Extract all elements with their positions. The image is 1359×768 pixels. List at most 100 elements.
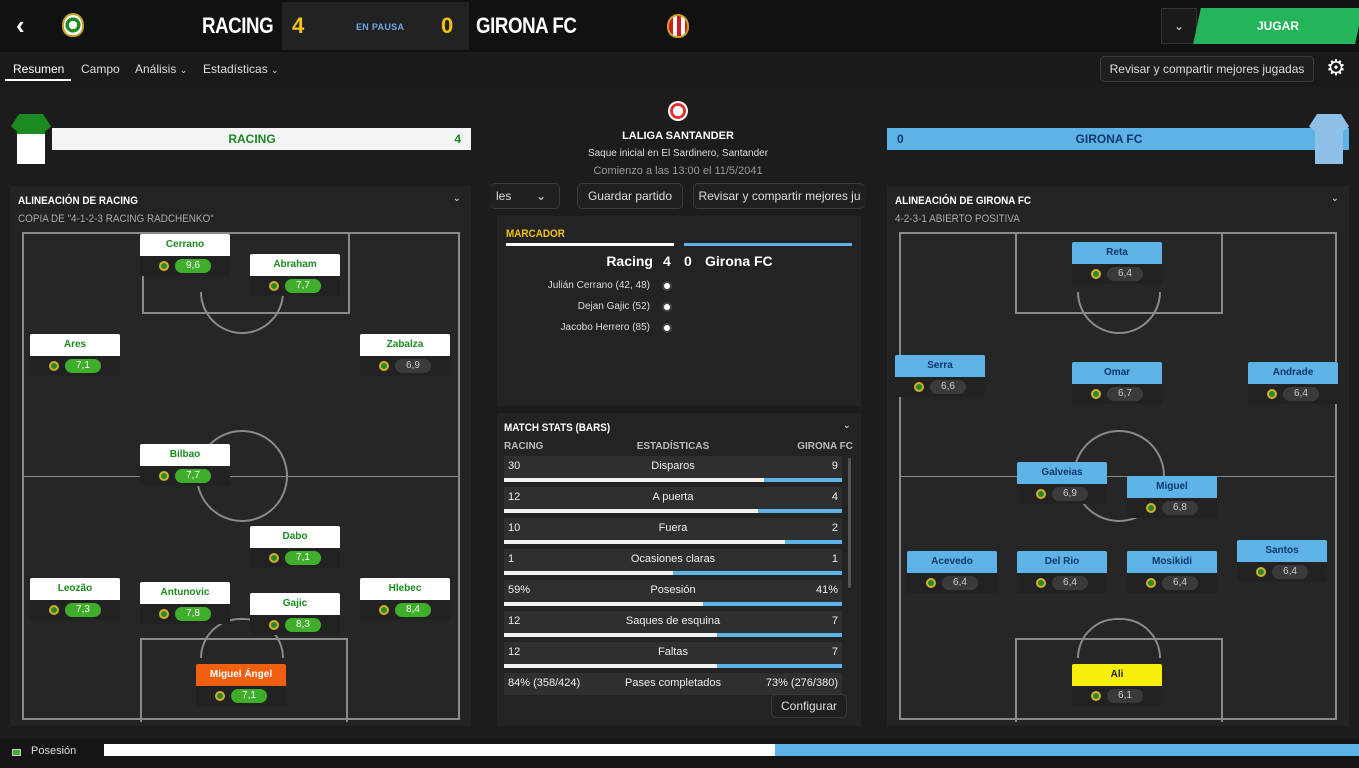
tab-campo[interactable]: Campo bbox=[81, 62, 120, 76]
stat-away-value: 2 bbox=[831, 522, 838, 534]
stat-home-value: 59% bbox=[508, 584, 531, 596]
chevron-down-icon[interactable]: ⌄ bbox=[1161, 8, 1197, 44]
player-card[interactable]: Andrade 6,4 bbox=[1248, 362, 1338, 406]
player-rating: 9,6 bbox=[175, 259, 211, 273]
away-kit-team: GIRONA FC bbox=[1075, 132, 1143, 146]
stat-away-value: 7 bbox=[831, 646, 838, 658]
stat-label: Fuera bbox=[658, 522, 688, 534]
rating-icon bbox=[1146, 503, 1156, 513]
player-card[interactable]: Mosikidi 6,4 bbox=[1127, 551, 1217, 595]
player-rating: 6,4 bbox=[1272, 565, 1308, 579]
player-name: Leozão bbox=[30, 578, 120, 600]
player-rating: 7,1 bbox=[231, 689, 267, 703]
player-card[interactable]: Abraham 7,7 bbox=[250, 254, 340, 298]
player-name: Hlebec bbox=[360, 578, 450, 600]
player-rating: 6,1 bbox=[1107, 689, 1143, 703]
rating-icon bbox=[1036, 489, 1046, 499]
rating-icon bbox=[1091, 269, 1101, 279]
tab-estadisticas[interactable]: Estadísticas ⌄ bbox=[203, 62, 279, 76]
stat-away-bar bbox=[785, 540, 842, 544]
stat-row: A puerta 12 4 bbox=[504, 487, 842, 513]
home-kit-icon bbox=[11, 114, 51, 164]
player-card[interactable]: Bilbao 7,7 bbox=[140, 444, 230, 488]
configure-button[interactable]: Configurar bbox=[771, 694, 847, 718]
player-card[interactable]: Hlebec 8,4 bbox=[360, 578, 450, 622]
stat-home-bar bbox=[504, 664, 717, 668]
player-name: Abraham bbox=[250, 254, 340, 276]
scoreboard-panel: MARCADOR Racing 4 0 Girona FC Julián Cer… bbox=[497, 216, 861, 406]
player-card[interactable]: Antunovic 7,8 bbox=[140, 582, 230, 626]
stats-col-label: ESTADÍSTICAS bbox=[636, 441, 710, 452]
away-score: 0 bbox=[441, 13, 454, 38]
stat-home-value: 30 bbox=[508, 460, 521, 472]
player-rating: 8,4 bbox=[395, 603, 431, 617]
player-card[interactable]: Zabalza 6,9 bbox=[360, 334, 450, 378]
goal-scorer: Julián Cerrano (42, 48) bbox=[547, 280, 650, 291]
chevron-down-icon[interactable]: ⌄ bbox=[843, 420, 851, 431]
stat-row: Ocasiones claras 1 1 bbox=[504, 549, 842, 575]
player-card[interactable]: Del Rio 6,4 bbox=[1017, 551, 1107, 595]
player-name: Andrade bbox=[1248, 362, 1338, 384]
girona-crest-icon bbox=[667, 14, 689, 38]
gear-icon[interactable]: ⚙ bbox=[1324, 56, 1348, 80]
rating-icon bbox=[1036, 578, 1046, 588]
scrollbar[interactable] bbox=[848, 458, 851, 588]
racing-crest-icon bbox=[62, 13, 84, 37]
tab-resumen[interactable]: Resumen bbox=[13, 62, 64, 76]
player-card[interactable]: Acevedo 6,4 bbox=[907, 551, 997, 595]
player-card-goalkeeper[interactable]: Miguel Ángel 7,1 bbox=[196, 664, 286, 708]
stat-row: Saques de esquina 12 7 bbox=[504, 611, 842, 637]
player-card[interactable]: Reta 6,4 bbox=[1072, 242, 1162, 286]
stat-away-value: 4 bbox=[831, 491, 838, 503]
share-highlights-button[interactable]: Revisar y compartir mejores jugadas bbox=[1100, 56, 1314, 82]
player-card[interactable]: Leozão 7,3 bbox=[30, 578, 120, 622]
play-button[interactable]: JUGAR bbox=[1193, 8, 1359, 44]
stat-home-bar bbox=[504, 540, 785, 544]
home-score: 4 bbox=[292, 13, 305, 38]
player-rating: 6,4 bbox=[1283, 387, 1319, 401]
stat-home-value: 12 bbox=[508, 615, 521, 627]
home-lineup-panel: ALINEACIÓN DE RACING ⌄ COPIA DE "4-1-2-3… bbox=[10, 186, 471, 726]
player-name: Serra bbox=[895, 355, 985, 377]
chevron-down-icon[interactable]: ⌄ bbox=[453, 193, 461, 204]
stat-away-bar bbox=[673, 571, 842, 575]
player-card[interactable]: Omar 6,7 bbox=[1072, 362, 1162, 406]
back-arrow-icon[interactable]: ‹ bbox=[16, 12, 40, 38]
player-card[interactable]: Galveias 6,9 bbox=[1017, 462, 1107, 506]
player-card[interactable]: Dabo 7,1 bbox=[250, 526, 340, 570]
away-kit-score: 0 bbox=[897, 132, 904, 146]
rating-icon bbox=[269, 281, 279, 291]
stats-title: MATCH STATS (BARS) bbox=[504, 422, 611, 434]
player-card[interactable]: Serra 6,6 bbox=[895, 355, 985, 399]
tab-analisis[interactable]: Análisis ⌄ bbox=[135, 62, 187, 76]
player-name: Ares bbox=[30, 334, 120, 356]
player-rating: 7,7 bbox=[285, 279, 321, 293]
save-match-button[interactable]: Guardar partido bbox=[577, 183, 683, 209]
partial-dropdown-button[interactable]: les ⌄ bbox=[490, 183, 560, 209]
player-rating: 6,9 bbox=[395, 359, 431, 373]
player-name: Dabo bbox=[250, 526, 340, 548]
rating-icon bbox=[1256, 567, 1266, 577]
player-rating: 6,4 bbox=[1107, 267, 1143, 281]
chevron-down-icon[interactable]: ⌄ bbox=[1331, 193, 1339, 204]
rating-icon bbox=[1091, 389, 1101, 399]
player-card[interactable]: Miguel 6,8 bbox=[1127, 476, 1217, 520]
rating-icon bbox=[1267, 389, 1277, 399]
kickoff-time: Comienzo a las 13:00 el 11/5/2041 bbox=[593, 165, 763, 177]
stat-away-bar bbox=[758, 509, 842, 513]
away-color-strip bbox=[684, 243, 852, 246]
share-highlights-button[interactable]: Revisar y compartir mejores ju bbox=[693, 183, 865, 209]
chevron-down-icon: ⌄ bbox=[179, 65, 188, 75]
player-card[interactable]: Ares 7,1 bbox=[30, 334, 120, 378]
away-kit-icon bbox=[1309, 114, 1349, 164]
away-lineup-title: ALINEACIÓN DE GIRONA FC bbox=[895, 195, 1032, 207]
player-card[interactable]: Santos 6,4 bbox=[1237, 540, 1327, 584]
player-card-goalkeeper[interactable]: Ali 6,1 bbox=[1072, 664, 1162, 708]
football-icon bbox=[662, 302, 672, 312]
player-card[interactable]: Gajic 8,3 bbox=[250, 593, 340, 637]
player-name: Miguel Ángel bbox=[196, 664, 286, 686]
home-kit-team: RACING bbox=[228, 132, 276, 146]
match-stats-panel: MATCH STATS (BARS) ⌄ RACING ESTADÍSTICAS… bbox=[497, 413, 861, 726]
player-card[interactable]: Cerrano 9,6 bbox=[140, 234, 230, 278]
away-pitch bbox=[899, 232, 1337, 722]
